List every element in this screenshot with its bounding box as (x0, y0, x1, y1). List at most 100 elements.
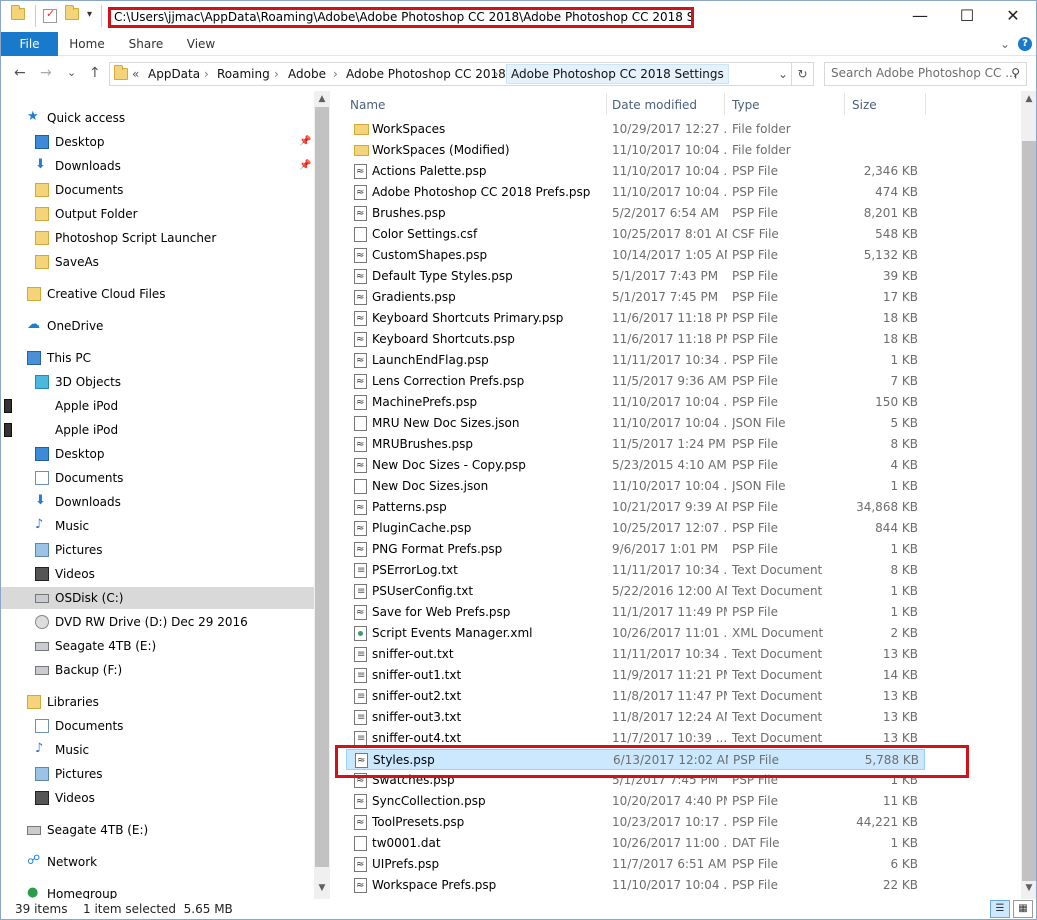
column-divider[interactable] (844, 93, 845, 115)
breadcrumb-item[interactable]: Adobe Photoshop CC 2018 (346, 67, 506, 81)
file-row[interactable]: tw0001.dat 10/26/2017 11:00 ... DAT File 1 … (346, 833, 925, 854)
file-row[interactable]: UIPrefs.psp 11/7/2017 6:51 AM PSP File 6 KB (346, 854, 925, 875)
file-row[interactable]: MRU New Doc Sizes.json 11/10/2017 10:04 .… (346, 413, 925, 434)
sidebar-item[interactable]: ● Homegroup (1, 883, 314, 899)
scroll-down-arrow[interactable]: ▼ (314, 883, 330, 893)
sidebar-item[interactable]: ♪ Music (1, 739, 314, 761)
properties-icon[interactable]: ✓ (43, 7, 57, 23)
file-row[interactable]: Patterns.psp 10/21/2017 9:39 AM PSP File 34… (346, 497, 925, 518)
sidebar-item[interactable]: DVD RW Drive (D:) Dec 29 2016 (1, 611, 314, 633)
file-row[interactable]: PSUserConfig.txt 5/22/2016 12:00 AM Text D… (346, 581, 925, 602)
column-divider[interactable] (925, 93, 926, 115)
search-input[interactable]: Search Adobe Photoshop CC ... ⚲ (824, 62, 1027, 86)
file-row[interactable]: LaunchEndFlag.psp 11/11/2017 10:34 ... PSP… (346, 350, 925, 371)
file-row[interactable]: sniffer-out2.txt 11/8/2017 11:47 PM Text D… (346, 686, 925, 707)
breadcrumb-separator[interactable]: › (494, 67, 499, 81)
breadcrumb-separator[interactable]: › (274, 67, 279, 81)
sidebar-item[interactable]: Desktop 📌 (1, 131, 314, 153)
file-row[interactable]: Adobe Photoshop CC 2018 Prefs.psp 11/10/2… (346, 182, 925, 203)
file-row[interactable]: Save for Web Prefs.psp 11/1/2017 11:49 PM… (346, 602, 925, 623)
scroll-up-arrow[interactable]: ▲ (1021, 94, 1036, 104)
maximize-button[interactable]: ☐ (944, 1, 990, 31)
minimize-button[interactable]: — (897, 1, 943, 31)
sidebar-item[interactable]: This PC (1, 347, 314, 369)
column-divider[interactable] (724, 93, 725, 115)
file-row[interactable]: Lens Correction Prefs.psp 11/5/2017 9:36 … (346, 371, 925, 392)
breadcrumb-item[interactable]: Roaming (217, 67, 270, 81)
sidebar-item[interactable]: ⬇ Downloads (1, 491, 314, 513)
column-header-type[interactable]: Type (732, 93, 760, 119)
sidebar-item[interactable]: ★ Quick access (1, 107, 314, 129)
file-row[interactable]: CustomShapes.psp 10/14/2017 1:05 AM PSP Fi… (346, 245, 925, 266)
sidebar-item[interactable]: ☁ OneDrive (1, 315, 314, 337)
sidebar-item[interactable]: Pictures (1, 539, 314, 561)
recent-locations-icon[interactable]: ⌄ (67, 66, 76, 79)
file-row[interactable]: sniffer-out1.txt 11/9/2017 11:21 PM Text D… (346, 665, 925, 686)
tab-view[interactable]: View (179, 32, 223, 56)
file-row[interactable]: SyncCollection.psp 10/20/2017 4:40 PM PSP … (346, 791, 925, 812)
sidebar-item[interactable]: Desktop (1, 443, 314, 465)
column-divider[interactable] (606, 93, 607, 115)
customize-qat-icon[interactable]: ▾ (87, 9, 92, 27)
pin-icon[interactable]: 📌 (299, 155, 311, 177)
file-row[interactable]: MRUBrushes.psp 11/5/2017 1:24 PM PSP File 8… (346, 434, 925, 455)
file-row[interactable]: Color Settings.csf 10/25/2017 8:01 AM CSF … (346, 224, 925, 245)
sidebar-item[interactable]: ⬇ Downloads 📌 (1, 155, 314, 177)
sidebar-item[interactable]: 3D Objects (1, 371, 314, 393)
large-icons-view-button[interactable]: ▦ (1013, 900, 1033, 918)
file-row[interactable]: Gradients.psp 5/1/2017 7:45 PM PSP File 17 … (346, 287, 925, 308)
address-dropdown-icon[interactable]: ⌄ (778, 67, 788, 81)
back-icon[interactable]: ← (14, 65, 26, 81)
breadcrumb-separator[interactable]: › (333, 67, 338, 81)
pin-icon[interactable]: 📌 (299, 131, 311, 153)
scroll-up-arrow[interactable]: ▲ (314, 94, 330, 104)
sidebar-item[interactable]: Apple iPod (1, 419, 314, 441)
file-row[interactable]: sniffer-out.txt 11/11/2017 10:34 ... Text … (346, 644, 925, 665)
sidebar-item[interactable]: Seagate 4TB (E:) (1, 819, 314, 841)
scroll-down-arrow[interactable]: ▼ (1021, 883, 1036, 893)
file-list-scroll-thumb[interactable] (1022, 141, 1036, 881)
sidebar-item[interactable]: Backup (F:) (1, 659, 314, 681)
file-row[interactable]: sniffer-out3.txt 11/8/2017 12:24 AM Text D… (346, 707, 925, 728)
file-row[interactable]: Actions Palette.psp 11/10/2017 10:04 ... P… (346, 161, 925, 182)
file-row[interactable]: Keyboard Shortcuts Primary.psp 11/6/2017 … (346, 308, 925, 329)
address-bar[interactable]: « AppData › Roaming › Adobe › Adobe Phot… (109, 62, 792, 86)
breadcrumb-overflow-icon[interactable]: « (132, 67, 139, 81)
file-row[interactable]: PSErrorLog.txt 11/11/2017 10:34 ... Text D… (346, 560, 925, 581)
new-folder-icon[interactable] (65, 5, 79, 26)
file-row[interactable]: WorkSpaces 10/29/2017 12:27 ... File folde… (346, 119, 925, 140)
file-row[interactable]: MachinePrefs.psp 11/10/2017 10:04 ... PSP … (346, 392, 925, 413)
file-row[interactable]: New Doc Sizes - Copy.psp 5/23/2015 4:10 A… (346, 455, 925, 476)
up-icon[interactable]: ↑ (89, 65, 101, 81)
sidebar-item[interactable]: Apple iPod (1, 395, 314, 417)
column-header-date[interactable]: Date modified (612, 93, 697, 119)
file-row[interactable]: Default Type Styles.psp 5/1/2017 7:43 PM P… (346, 266, 925, 287)
details-view-button[interactable]: ☰ (990, 900, 1010, 918)
search-icon[interactable]: ⚲ (1011, 66, 1020, 80)
file-row[interactable]: Brushes.psp 5/2/2017 6:54 AM PSP File 8,201… (346, 203, 925, 224)
expand-ribbon-icon[interactable]: ⌄ (997, 32, 1013, 56)
sidebar-item[interactable]: Output Folder (1, 203, 314, 225)
file-row[interactable]: ToolPresets.psp 10/23/2017 10:17 ... PSP F… (346, 812, 925, 833)
close-button[interactable]: ✕ (990, 1, 1036, 31)
sidebar-item[interactable]: Creative Cloud Files (1, 283, 314, 305)
sidebar-item[interactable]: SaveAs (1, 251, 314, 273)
help-icon[interactable]: ? (1018, 37, 1032, 51)
breadcrumb-separator[interactable]: › (204, 67, 209, 81)
sidebar-item[interactable]: Documents (1, 467, 314, 489)
refresh-button[interactable]: ↻ (792, 62, 814, 86)
sidebar-item[interactable]: ☍ Network (1, 851, 314, 873)
sidebar-item[interactable]: ♪ Music (1, 515, 314, 537)
column-header-size[interactable]: Size (852, 93, 877, 119)
navigation-scroll-thumb[interactable] (315, 107, 329, 867)
file-row[interactable]: PluginCache.psp 10/25/2017 12:07 ... PSP F… (346, 518, 925, 539)
sidebar-item[interactable]: Seagate 4TB (E:) (1, 635, 314, 657)
sidebar-item[interactable]: Documents (1, 715, 314, 737)
breadcrumb-item[interactable]: AppData (148, 67, 200, 81)
sidebar-item[interactable]: Videos (1, 787, 314, 809)
tab-share[interactable]: Share (123, 32, 169, 56)
column-header-name[interactable]: Name (350, 93, 385, 119)
forward-icon[interactable]: → (40, 65, 52, 81)
sidebar-item[interactable]: Photoshop Script Launcher (1, 227, 314, 249)
file-row[interactable]: PNG Format Prefs.psp 9/6/2017 1:01 PM PSP … (346, 539, 925, 560)
